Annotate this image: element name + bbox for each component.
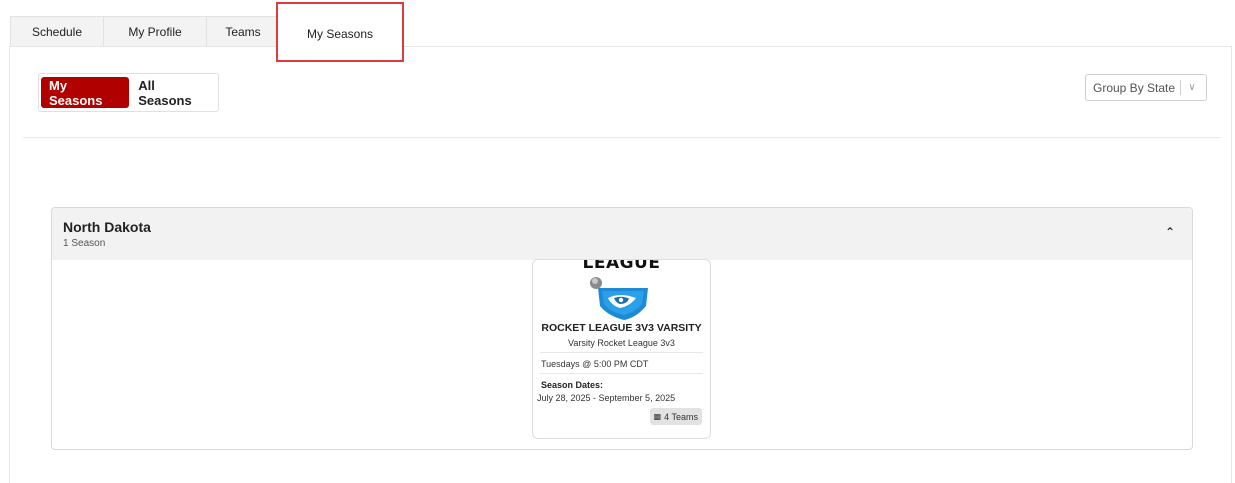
divider bbox=[540, 352, 703, 353]
tab-schedule[interactable]: Schedule bbox=[10, 16, 104, 46]
chevron-up-icon[interactable]: ⌃ bbox=[1165, 225, 1175, 239]
tab-bar: Schedule My Profile Teams My Seasons bbox=[10, 2, 403, 49]
all-seasons-button[interactable]: All Seasons bbox=[129, 77, 218, 108]
season-card[interactable]: LEAGUE ROCKET LEAGUE 3V3 VARSITY Varsity… bbox=[532, 259, 711, 439]
season-dates: July 28, 2025 - September 5, 2025 bbox=[537, 393, 676, 403]
teams-count: 4 Teams bbox=[664, 411, 698, 422]
tab-label: Schedule bbox=[31, 24, 83, 39]
divider bbox=[23, 137, 1221, 138]
rocket-league-logo: LEAGUE bbox=[533, 260, 710, 322]
season-dates-label: Season Dates: bbox=[541, 380, 604, 390]
season-toggle: My Seasons All Seasons bbox=[38, 73, 219, 112]
tab-label: My Seasons bbox=[306, 27, 374, 41]
rocket-league-emblem bbox=[590, 277, 648, 320]
group-by-label: Group By State bbox=[1093, 80, 1176, 95]
season-time: Tuesdays @ 5:00 PM CDT bbox=[541, 359, 649, 369]
season-title: ROCKET LEAGUE 3V3 VARSITY bbox=[541, 322, 702, 334]
state-group-header[interactable]: North Dakota 1 Season ⌃ bbox=[52, 208, 1192, 260]
state-group-north-dakota: North Dakota 1 Season ⌃ LEAGUE ROCKET LE… bbox=[51, 207, 1193, 450]
state-name: North Dakota bbox=[63, 219, 151, 235]
season-subtitle: Varsity Rocket League 3v3 bbox=[568, 338, 675, 348]
logo-text: LEAGUE bbox=[582, 259, 661, 273]
tab-label: My Profile bbox=[128, 24, 182, 39]
tab-my-profile[interactable]: My Profile bbox=[104, 16, 207, 46]
divider bbox=[540, 373, 703, 374]
tab-my-seasons[interactable]: My Seasons bbox=[277, 2, 403, 49]
tab-label: Teams bbox=[225, 24, 261, 39]
my-seasons-button[interactable]: My Seasons bbox=[41, 77, 130, 108]
chevron-down-icon: ∨ bbox=[1188, 82, 1196, 93]
main-panel: My Seasons All Seasons Group By State ∨ … bbox=[9, 46, 1232, 483]
tab-teams[interactable]: Teams bbox=[207, 16, 280, 46]
group-by-select[interactable]: Group By State ∨ bbox=[1085, 74, 1207, 101]
teams-badge[interactable]: ▩ 4 Teams bbox=[649, 408, 702, 425]
teams-icon: ▩ bbox=[653, 412, 662, 421]
season-count: 1 Season bbox=[63, 238, 106, 249]
